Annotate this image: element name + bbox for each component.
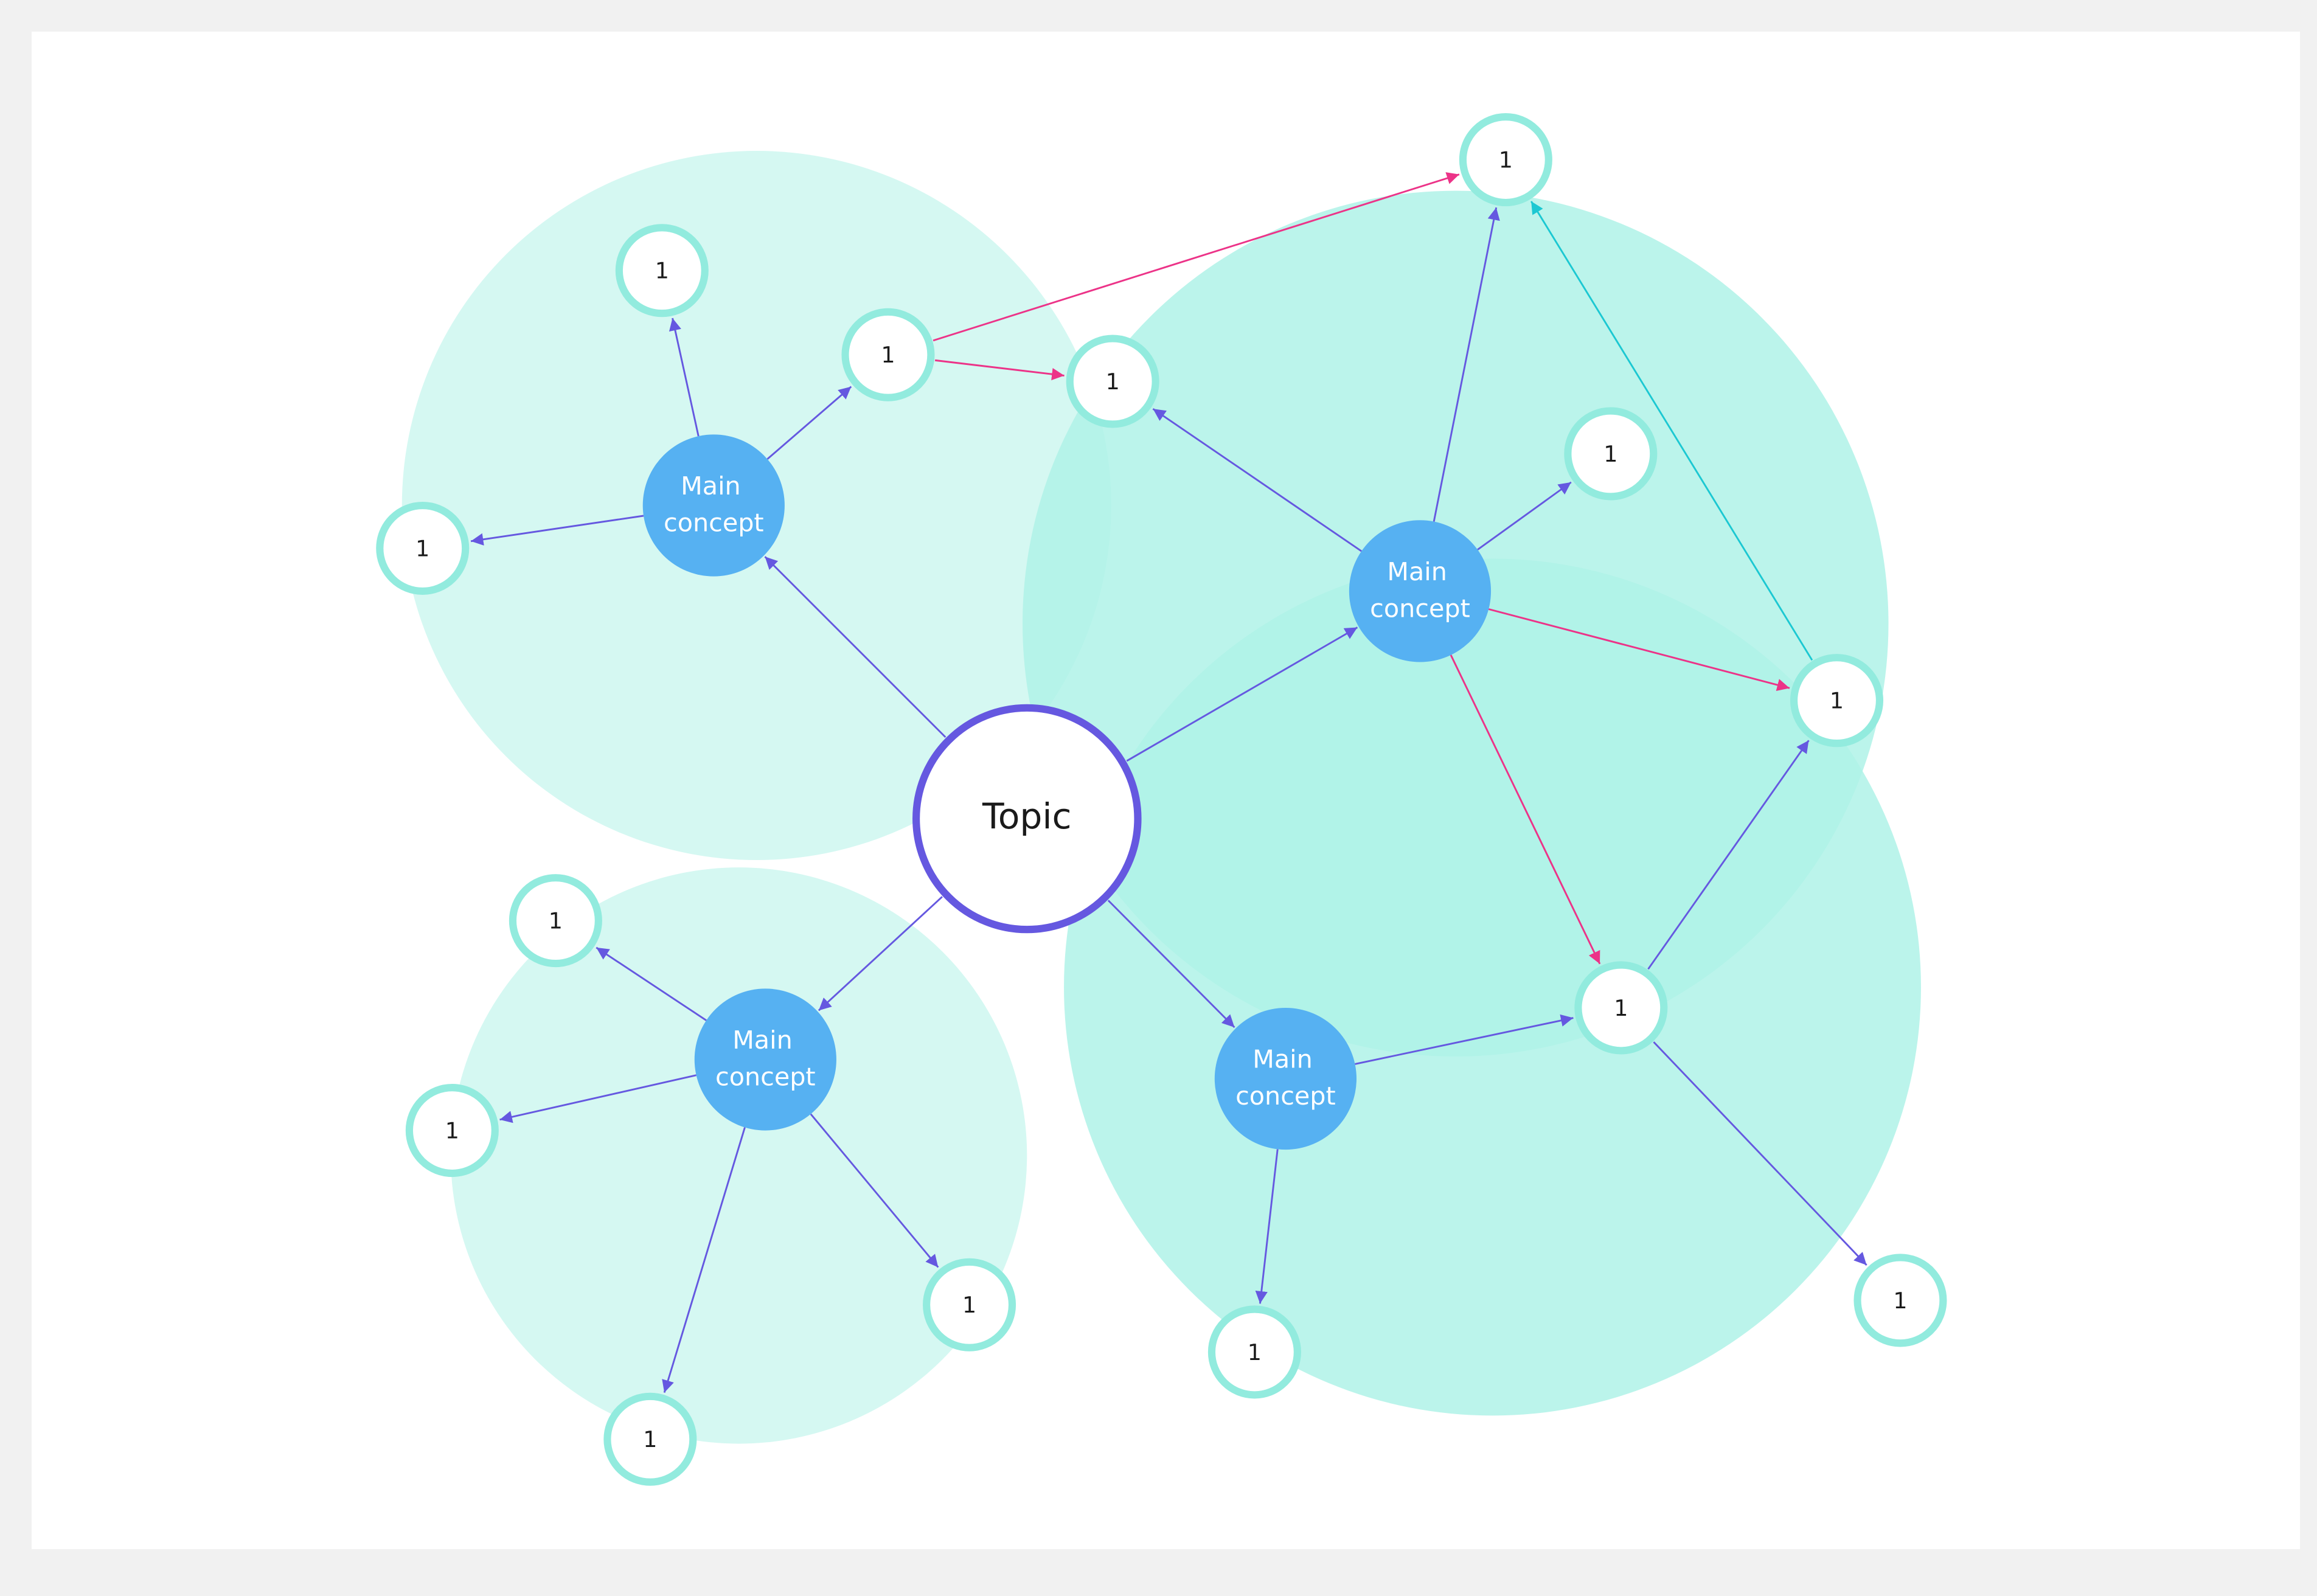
leaf-node[interactable]: 1 xyxy=(1574,961,1668,1055)
leaf-label: 1 xyxy=(1830,688,1844,714)
leaf-node[interactable]: 1 xyxy=(1459,113,1552,207)
leaf-label: 1 xyxy=(549,908,563,934)
main-concept-label-line2: concept xyxy=(1235,1081,1336,1111)
main-concept-label-line2: concept xyxy=(664,508,764,538)
main-concept-circle xyxy=(1214,1007,1357,1150)
leaf-node[interactable]: 1 xyxy=(405,1084,499,1178)
leaf-node[interactable]: 1 xyxy=(1564,407,1658,501)
leaf-label: 1 xyxy=(655,258,669,284)
leaf-node[interactable]: 1 xyxy=(376,501,470,595)
main-concept-node[interactable]: Main concept xyxy=(1214,1007,1357,1150)
main-concept-circle xyxy=(1349,520,1492,662)
leaf-node[interactable]: 1 xyxy=(923,1258,1016,1351)
main-concept-label-line1: Main xyxy=(1252,1044,1313,1074)
main-concept-label-line2: concept xyxy=(715,1063,816,1092)
leaf-node[interactable]: 1 xyxy=(1066,335,1159,428)
leaf-label: 1 xyxy=(643,1426,657,1452)
leaf-node[interactable]: 1 xyxy=(1207,1305,1301,1399)
leaf-node[interactable]: 1 xyxy=(509,874,602,968)
topic-label: Topic xyxy=(982,796,1072,837)
leaf-label: 1 xyxy=(962,1292,976,1318)
leaf-label: 1 xyxy=(1614,995,1628,1021)
main-concept-label-line1: Main xyxy=(1387,557,1447,586)
leaf-label: 1 xyxy=(445,1118,459,1144)
main-concept-circle xyxy=(694,988,836,1131)
leaf-label: 1 xyxy=(1248,1339,1262,1365)
leaf-node[interactable]: 1 xyxy=(1853,1254,1947,1347)
leaf-label: 1 xyxy=(1499,147,1513,173)
main-concept-label-line1: Main xyxy=(732,1025,793,1055)
topic-node[interactable]: Topic xyxy=(912,704,1142,934)
leaf-node[interactable]: 1 xyxy=(603,1392,697,1486)
concept-map-diagram: TopicMainconceptMainconceptMainconceptMa… xyxy=(376,113,1947,1486)
main-concept-node[interactable]: Main concept xyxy=(642,434,785,577)
leaf-label: 1 xyxy=(415,535,429,561)
main-concept-label-line1: Main xyxy=(681,471,741,501)
leaf-label: 1 xyxy=(1893,1288,1907,1314)
main-concept-node[interactable]: Main concept xyxy=(1349,520,1492,662)
leaf-label: 1 xyxy=(1106,369,1120,395)
main-concept-circle xyxy=(642,434,785,577)
leaf-label: 1 xyxy=(881,342,895,368)
main-concept-label-line2: concept xyxy=(1370,594,1470,623)
main-concept-node[interactable]: Main concept xyxy=(694,988,836,1131)
leaf-node[interactable]: 1 xyxy=(841,308,935,401)
leaf-label: 1 xyxy=(1603,441,1617,467)
leaf-node[interactable]: 1 xyxy=(615,224,709,317)
leaf-node[interactable]: 1 xyxy=(1790,654,1884,748)
